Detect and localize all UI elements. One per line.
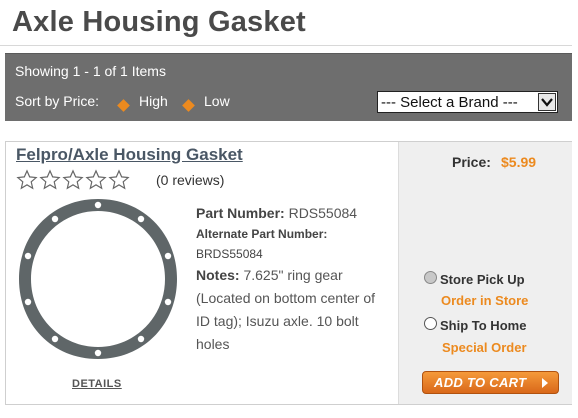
ship-home-status: Special Order	[442, 340, 527, 355]
product-title-link[interactable]: Felpro/Axle Housing Gasket	[16, 145, 243, 165]
star-outline-icon	[85, 169, 107, 190]
rating-stars[interactable]	[16, 169, 131, 193]
sort-low-label: Low	[204, 93, 230, 109]
add-to-cart-button[interactable]: ADD TO CART	[422, 371, 559, 394]
star-outline-icon	[16, 169, 38, 190]
diamond-bullet-icon	[117, 99, 130, 112]
sort-high-label: High	[139, 93, 168, 109]
part-number-label: Part Number:	[196, 205, 285, 221]
product-card: Felpro/Axle Housing Gasket (0 reviews) D…	[5, 141, 572, 405]
part-number-row: Part Number: RDS55084	[196, 202, 386, 224]
page-title: Axle Housing Gasket	[12, 6, 306, 38]
arrow-right-icon	[542, 378, 548, 388]
star-outline-icon	[39, 169, 61, 190]
product-image[interactable]	[16, 196, 180, 362]
add-to-cart-label: ADD TO CART	[434, 375, 527, 390]
star-outline-icon	[62, 169, 84, 190]
sort-price-high-link[interactable]: High	[117, 93, 168, 112]
store-pickup-label[interactable]: Store Pick Up	[440, 272, 525, 287]
details-link[interactable]: DETAILS	[72, 378, 122, 390]
ship-home-label[interactable]: Ship To Home	[440, 318, 526, 333]
price-value: $5.99	[501, 154, 537, 170]
reviews-count-link[interactable]: (0 reviews)	[156, 172, 224, 188]
alt-part-number-value: BRDS55084	[196, 247, 263, 261]
sort-label: Sort by Price:	[15, 93, 100, 109]
product-info: Part Number: RDS55084 Alternate Part Num…	[196, 202, 386, 356]
store-pickup-radio[interactable]	[424, 271, 437, 284]
brand-select[interactable]: --- Select a Brand ---	[377, 91, 558, 113]
brand-select-value: --- Select a Brand ---	[381, 94, 518, 111]
part-number-value: RDS55084	[288, 205, 358, 221]
title-divider	[0, 45, 572, 46]
store-pickup-status: Order in Store	[441, 293, 529, 308]
ship-home-radio[interactable]	[424, 317, 437, 330]
listing-toolbar: Showing 1 - 1 of 1 Items Sort by Price: …	[5, 53, 572, 121]
notes-label: Notes:	[196, 267, 240, 283]
price-label: Price:	[452, 154, 491, 170]
dropdown-arrow-icon[interactable]	[538, 93, 556, 111]
diamond-bullet-icon	[182, 99, 195, 112]
product-notes: Notes: 7.625" ring gear (Located on bott…	[196, 264, 386, 356]
sort-price-low-link[interactable]: Low	[182, 93, 230, 112]
star-outline-icon	[108, 169, 130, 190]
results-count: Showing 1 - 1 of 1 Items	[15, 63, 166, 79]
alt-part-number-label: Alternate Part Number:	[196, 227, 328, 241]
